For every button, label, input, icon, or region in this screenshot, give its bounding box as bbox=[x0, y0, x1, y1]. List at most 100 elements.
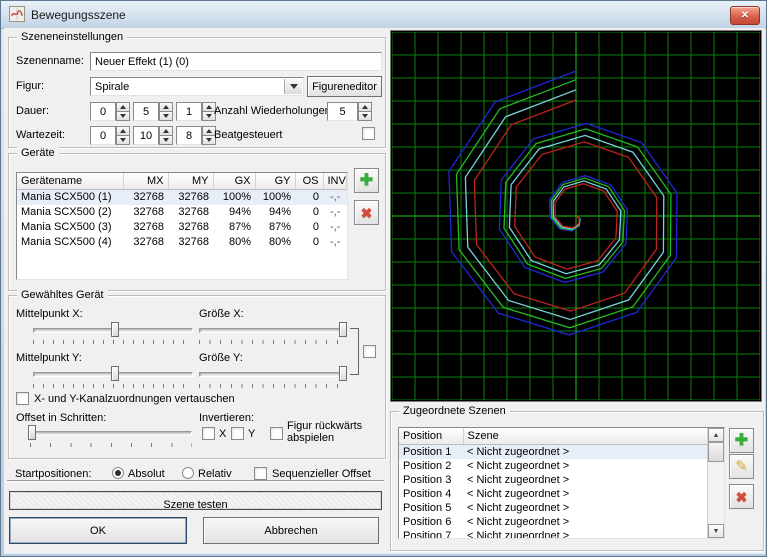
repeat-spinner[interactable]: 5 bbox=[327, 102, 372, 121]
table-row[interactable]: Position 1< Nicht zugeordnet > bbox=[399, 444, 710, 459]
cell[interactable]: 80% bbox=[213, 235, 255, 250]
cell[interactable]: 32768 bbox=[168, 189, 213, 205]
table-row[interactable]: Position 4< Nicht zugeordnet > bbox=[399, 487, 710, 501]
spin-up-button[interactable] bbox=[159, 126, 173, 136]
scroll-down-button[interactable]: ▼ bbox=[708, 524, 724, 538]
cell[interactable]: 32768 bbox=[123, 220, 168, 235]
table-row[interactable]: Position 2< Nicht zugeordnet > bbox=[399, 459, 710, 473]
test-scene-button[interactable]: Szene testen bbox=[9, 491, 382, 510]
edit-scene-button[interactable]: ✎ bbox=[729, 454, 754, 479]
column-header[interactable]: MX bbox=[123, 173, 168, 189]
cell[interactable]: < Nicht zugeordnet > bbox=[463, 473, 710, 487]
wait-spinner-3[interactable]: 8 bbox=[176, 126, 216, 145]
remove-scene-button[interactable]: ✖ bbox=[729, 484, 754, 509]
cell[interactable]: 94% bbox=[255, 205, 295, 220]
column-header[interactable]: MY bbox=[168, 173, 213, 189]
scene-name-input[interactable]: Neuer Effekt (1) (0) bbox=[90, 52, 382, 71]
cell[interactable]: 80% bbox=[255, 235, 295, 250]
spin-down-button[interactable] bbox=[159, 112, 173, 121]
table-row[interactable]: Mania SCX500 (1)3276832768100%100%0-,- bbox=[17, 189, 347, 205]
cell[interactable]: Mania SCX500 (2) bbox=[17, 205, 123, 220]
beat-checkbox[interactable] bbox=[362, 127, 375, 140]
cell[interactable]: 32768 bbox=[168, 205, 213, 220]
table-row[interactable]: Mania SCX500 (4)327683276880%80%0-,- bbox=[17, 235, 347, 250]
add-device-button[interactable]: ✚ bbox=[354, 168, 379, 193]
cell[interactable]: -,- bbox=[323, 220, 347, 235]
cell[interactable]: 100% bbox=[255, 189, 295, 205]
center-y-slider[interactable] bbox=[33, 365, 193, 383]
cell[interactable]: Position 1 bbox=[399, 444, 463, 459]
cell[interactable]: 87% bbox=[255, 220, 295, 235]
cell[interactable]: 87% bbox=[213, 220, 255, 235]
figure-dropdown-button[interactable] bbox=[284, 79, 302, 94]
column-header[interactable]: GX bbox=[213, 173, 255, 189]
spin-down-button[interactable] bbox=[159, 136, 173, 145]
spin-up-button[interactable] bbox=[358, 102, 372, 112]
table-row[interactable]: Position 5< Nicht zugeordnet > bbox=[399, 501, 710, 515]
slider-thumb[interactable] bbox=[28, 425, 36, 440]
link-sizes-checkbox[interactable] bbox=[363, 345, 376, 358]
cell[interactable]: Position 5 bbox=[399, 501, 463, 515]
spin-up-button[interactable] bbox=[116, 102, 130, 112]
cell[interactable]: 0 bbox=[295, 189, 323, 205]
column-header[interactable]: Gerätename bbox=[17, 173, 123, 189]
column-header[interactable]: Position bbox=[399, 428, 463, 444]
spin-down-button[interactable] bbox=[116, 112, 130, 121]
add-scene-button[interactable]: ✚ bbox=[729, 428, 754, 453]
cell[interactable]: Mania SCX500 (1) bbox=[17, 189, 123, 205]
figure-editor-button[interactable]: Figureneditor bbox=[307, 76, 382, 97]
center-x-slider[interactable] bbox=[33, 321, 193, 339]
invert-x-checkbox[interactable] bbox=[202, 427, 215, 440]
column-header[interactable]: OS bbox=[295, 173, 323, 189]
duration-spinner-2[interactable]: 5 bbox=[133, 102, 173, 121]
cell[interactable]: 94% bbox=[213, 205, 255, 220]
cell[interactable]: < Nicht zugeordnet > bbox=[463, 459, 710, 473]
figure-select[interactable]: Spirale bbox=[90, 77, 304, 96]
scroll-thumb[interactable] bbox=[708, 442, 724, 462]
size-y-slider[interactable] bbox=[199, 365, 347, 383]
invert-y-checkbox[interactable] bbox=[231, 427, 244, 440]
cell[interactable]: < Nicht zugeordnet > bbox=[463, 487, 710, 501]
cell[interactable]: 0 bbox=[295, 235, 323, 250]
title-bar[interactable]: Bewegungsszene ✕ bbox=[1, 1, 766, 29]
cell[interactable]: < Nicht zugeordnet > bbox=[463, 501, 710, 515]
cell[interactable]: 32768 bbox=[123, 189, 168, 205]
cell[interactable]: 0 bbox=[295, 220, 323, 235]
table-row[interactable]: Mania SCX500 (2)327683276894%94%0-,- bbox=[17, 205, 347, 220]
cell[interactable]: Position 7 bbox=[399, 529, 463, 540]
assigned-scenes-list[interactable]: Position Szene Position 1< Nicht zugeord… bbox=[398, 427, 725, 539]
size-x-slider[interactable] bbox=[199, 321, 347, 339]
cell[interactable]: < Nicht zugeordnet > bbox=[463, 515, 710, 529]
slider-thumb[interactable] bbox=[111, 366, 119, 381]
cell[interactable]: 32768 bbox=[123, 205, 168, 220]
remove-device-button[interactable]: ✖ bbox=[354, 200, 379, 225]
cell[interactable]: Position 4 bbox=[399, 487, 463, 501]
table-row[interactable]: Position 6< Nicht zugeordnet > bbox=[399, 515, 710, 529]
table-row[interactable]: Position 7< Nicht zugeordnet > bbox=[399, 529, 710, 540]
cell[interactable]: -,- bbox=[323, 205, 347, 220]
cell[interactable]: < Nicht zugeordnet > bbox=[463, 444, 710, 459]
devices-list[interactable]: Gerätename MX MY GX GY OS INV Mania SCX5… bbox=[16, 172, 348, 280]
sequential-offset-checkbox[interactable] bbox=[254, 467, 267, 480]
play-backwards-checkbox[interactable] bbox=[270, 427, 283, 440]
cell[interactable]: Position 3 bbox=[399, 473, 463, 487]
cell[interactable]: < Nicht zugeordnet > bbox=[463, 529, 710, 540]
cell[interactable]: 100% bbox=[213, 189, 255, 205]
duration-spinner-1[interactable]: 0 bbox=[90, 102, 130, 121]
slider-thumb[interactable] bbox=[339, 366, 347, 381]
cell[interactable]: Position 6 bbox=[399, 515, 463, 529]
ok-button[interactable]: OK bbox=[9, 517, 187, 544]
cell[interactable]: Mania SCX500 (4) bbox=[17, 235, 123, 250]
slider-thumb[interactable] bbox=[339, 322, 347, 337]
table-row[interactable]: Mania SCX500 (3)327683276887%87%0-,- bbox=[17, 220, 347, 235]
spin-down-button[interactable] bbox=[358, 112, 372, 121]
scrollbar[interactable]: ▲ ▼ bbox=[707, 428, 724, 538]
relativ-radio[interactable] bbox=[182, 467, 194, 479]
column-header[interactable]: GY bbox=[255, 173, 295, 189]
table-row[interactable]: Position 3< Nicht zugeordnet > bbox=[399, 473, 710, 487]
slider-thumb[interactable] bbox=[111, 322, 119, 337]
spin-down-button[interactable] bbox=[116, 136, 130, 145]
cell[interactable]: 32768 bbox=[123, 235, 168, 250]
cancel-button[interactable]: Abbrechen bbox=[203, 517, 379, 544]
cell[interactable]: 0 bbox=[295, 205, 323, 220]
